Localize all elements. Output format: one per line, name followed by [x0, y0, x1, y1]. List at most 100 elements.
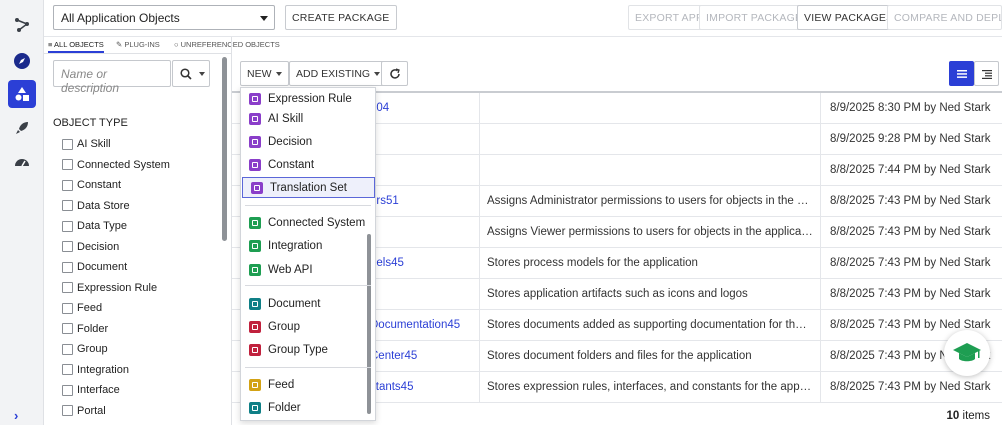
- last-modified: 8/8/2025 7:44 PM by Ned Stark: [830, 164, 991, 176]
- object-type-option[interactable]: Integration: [62, 360, 170, 381]
- menu-item[interactable]: Folder: [241, 397, 375, 418]
- tab-unreferenced-objects[interactable]: ○ UNREFERENCED OBJECTS: [174, 40, 280, 49]
- checkbox[interactable]: [62, 261, 73, 273]
- object-description: Stores application artifacts such as ico…: [487, 288, 748, 300]
- checkbox[interactable]: [62, 323, 73, 335]
- checkbox[interactable]: [62, 302, 73, 314]
- learning-help-button[interactable]: [944, 330, 990, 376]
- object-type-option[interactable]: Constant: [62, 175, 170, 196]
- object-type-option[interactable]: Data Store: [62, 196, 170, 217]
- object-type-icon: [249, 378, 261, 391]
- compass-icon[interactable]: [8, 47, 36, 75]
- object-type-list: AI Skill Connected System Constant Data Sto…: [62, 134, 170, 421]
- menu-item[interactable]: Decision: [241, 131, 375, 152]
- checkbox[interactable]: [62, 364, 73, 376]
- tab-all-objects[interactable]: ≡ ALL OBJECTS: [48, 40, 104, 53]
- view-packages-button[interactable]: VIEW PACKAGES: [797, 5, 901, 30]
- checkbox[interactable]: [62, 343, 73, 355]
- menu-item[interactable]: Constant: [241, 154, 375, 175]
- menu-item[interactable]: Document: [241, 293, 375, 314]
- dashboard-gauge-icon[interactable]: [8, 148, 36, 176]
- menu-item[interactable]: AI Skill: [241, 108, 375, 129]
- object-type-label: Data Store: [77, 199, 130, 212]
- object-type-icon: [249, 263, 261, 276]
- detail-view-button[interactable]: [974, 61, 999, 86]
- column-divider: [479, 93, 480, 403]
- refresh-button[interactable]: [381, 61, 408, 86]
- menu-item[interactable]: Translation Set: [242, 177, 375, 198]
- object-name-link[interactable]: Documentation45: [370, 319, 460, 331]
- last-modified: 8/8/2025 7:43 PM by Ned Stark: [830, 195, 991, 207]
- menu-item-label: Folder: [268, 401, 301, 414]
- menu-item[interactable]: Group: [241, 316, 375, 337]
- object-type-icon: [249, 320, 261, 333]
- object-type-option[interactable]: Folder: [62, 319, 170, 340]
- new-button[interactable]: NEW: [240, 61, 289, 86]
- scope-select[interactable]: All Application Objects: [53, 5, 275, 30]
- object-type-option[interactable]: Decision: [62, 237, 170, 258]
- object-name-link[interactable]: Center45: [370, 350, 417, 362]
- checkbox[interactable]: [62, 179, 73, 191]
- menu-item[interactable]: Feed: [241, 374, 375, 395]
- checkbox[interactable]: [62, 200, 73, 212]
- export-app-button[interactable]: EXPORT APP: [628, 5, 711, 30]
- menu-divider: [245, 285, 371, 286]
- list-view-button[interactable]: [949, 61, 974, 86]
- tab-plug-ins[interactable]: ✎ PLUG-INS: [116, 40, 160, 49]
- menu-item[interactable]: Web API: [241, 259, 375, 280]
- menu-item[interactable]: Group Type: [241, 339, 375, 360]
- object-type-icon: [249, 92, 261, 105]
- search-icon: [180, 68, 192, 80]
- filter-scrollbar[interactable]: [222, 57, 227, 241]
- menu-item[interactable]: Expression Rule: [241, 88, 375, 109]
- checkbox[interactable]: [62, 282, 73, 294]
- rocket-icon[interactable]: [8, 114, 36, 142]
- object-type-option[interactable]: Feed: [62, 298, 170, 319]
- object-type-option[interactable]: Connected System: [62, 155, 170, 176]
- object-type-option[interactable]: Data Type: [62, 216, 170, 237]
- checkbox[interactable]: [62, 159, 73, 171]
- checkbox[interactable]: [62, 384, 73, 396]
- left-nav-rail: ›: [0, 0, 44, 425]
- checkbox[interactable]: [62, 220, 73, 232]
- menu-item[interactable]: Integration: [241, 235, 375, 256]
- add-existing-button[interactable]: ADD EXISTING: [289, 61, 388, 86]
- object-type-label: Group: [77, 343, 108, 356]
- compare-and-deploy-button[interactable]: COMPARE AND DEPLOY: [887, 5, 1002, 30]
- menu-item[interactable]: Connected System: [241, 212, 375, 233]
- import-package-button[interactable]: IMPORT PACKAGE: [699, 5, 810, 30]
- checkbox[interactable]: [62, 138, 73, 150]
- object-type-option[interactable]: Portal: [62, 401, 170, 422]
- object-type-label: Connected System: [77, 158, 170, 171]
- menu-item-label: Connected System: [268, 216, 366, 229]
- object-type-icon: [249, 343, 261, 356]
- object-name-link[interactable]: stants45: [370, 381, 413, 393]
- checkbox[interactable]: [62, 405, 73, 417]
- object-type-icon: [249, 135, 261, 148]
- new-object-menu: Expression Rule AI Skill Decision Constant T…: [240, 87, 376, 421]
- search-button[interactable]: [172, 60, 210, 87]
- tab-plug-ins-label: PLUG-INS: [124, 40, 160, 49]
- object-type-option[interactable]: Expression Rule: [62, 278, 170, 299]
- menu-item-label: Constant: [268, 158, 315, 171]
- object-type-option[interactable]: Document: [62, 257, 170, 278]
- menu-item-label: AI Skill: [268, 112, 304, 125]
- search-input[interactable]: Name or description: [53, 60, 171, 95]
- object-type-option[interactable]: AI Skill: [62, 134, 170, 155]
- last-modified: 8/8/2025 7:43 PM by Ned Stark: [830, 226, 991, 238]
- objects-icon[interactable]: [8, 80, 36, 108]
- last-modified: 8/9/2025 8:30 PM by Ned Stark: [830, 102, 991, 114]
- object-type-option[interactable]: Interface: [62, 380, 170, 401]
- scope-select-value: All Application Objects: [61, 11, 180, 25]
- menu-divider: [245, 205, 371, 206]
- object-type-label: Expression Rule: [77, 281, 158, 294]
- object-tabs: ≡ ALL OBJECTS ✎ PLUG-INS ○ UNREFERENCED …: [44, 38, 280, 54]
- chevron-right-icon[interactable]: ›: [14, 408, 18, 423]
- create-package-button[interactable]: CREATE PACKAGE: [285, 5, 397, 30]
- item-count-suffix: items: [959, 410, 990, 422]
- menu-item-label: Web API: [268, 263, 313, 276]
- process-flow-icon[interactable]: [8, 11, 36, 39]
- object-type-option[interactable]: Group: [62, 339, 170, 360]
- object-type-label: Constant: [77, 179, 122, 192]
- checkbox[interactable]: [62, 241, 73, 253]
